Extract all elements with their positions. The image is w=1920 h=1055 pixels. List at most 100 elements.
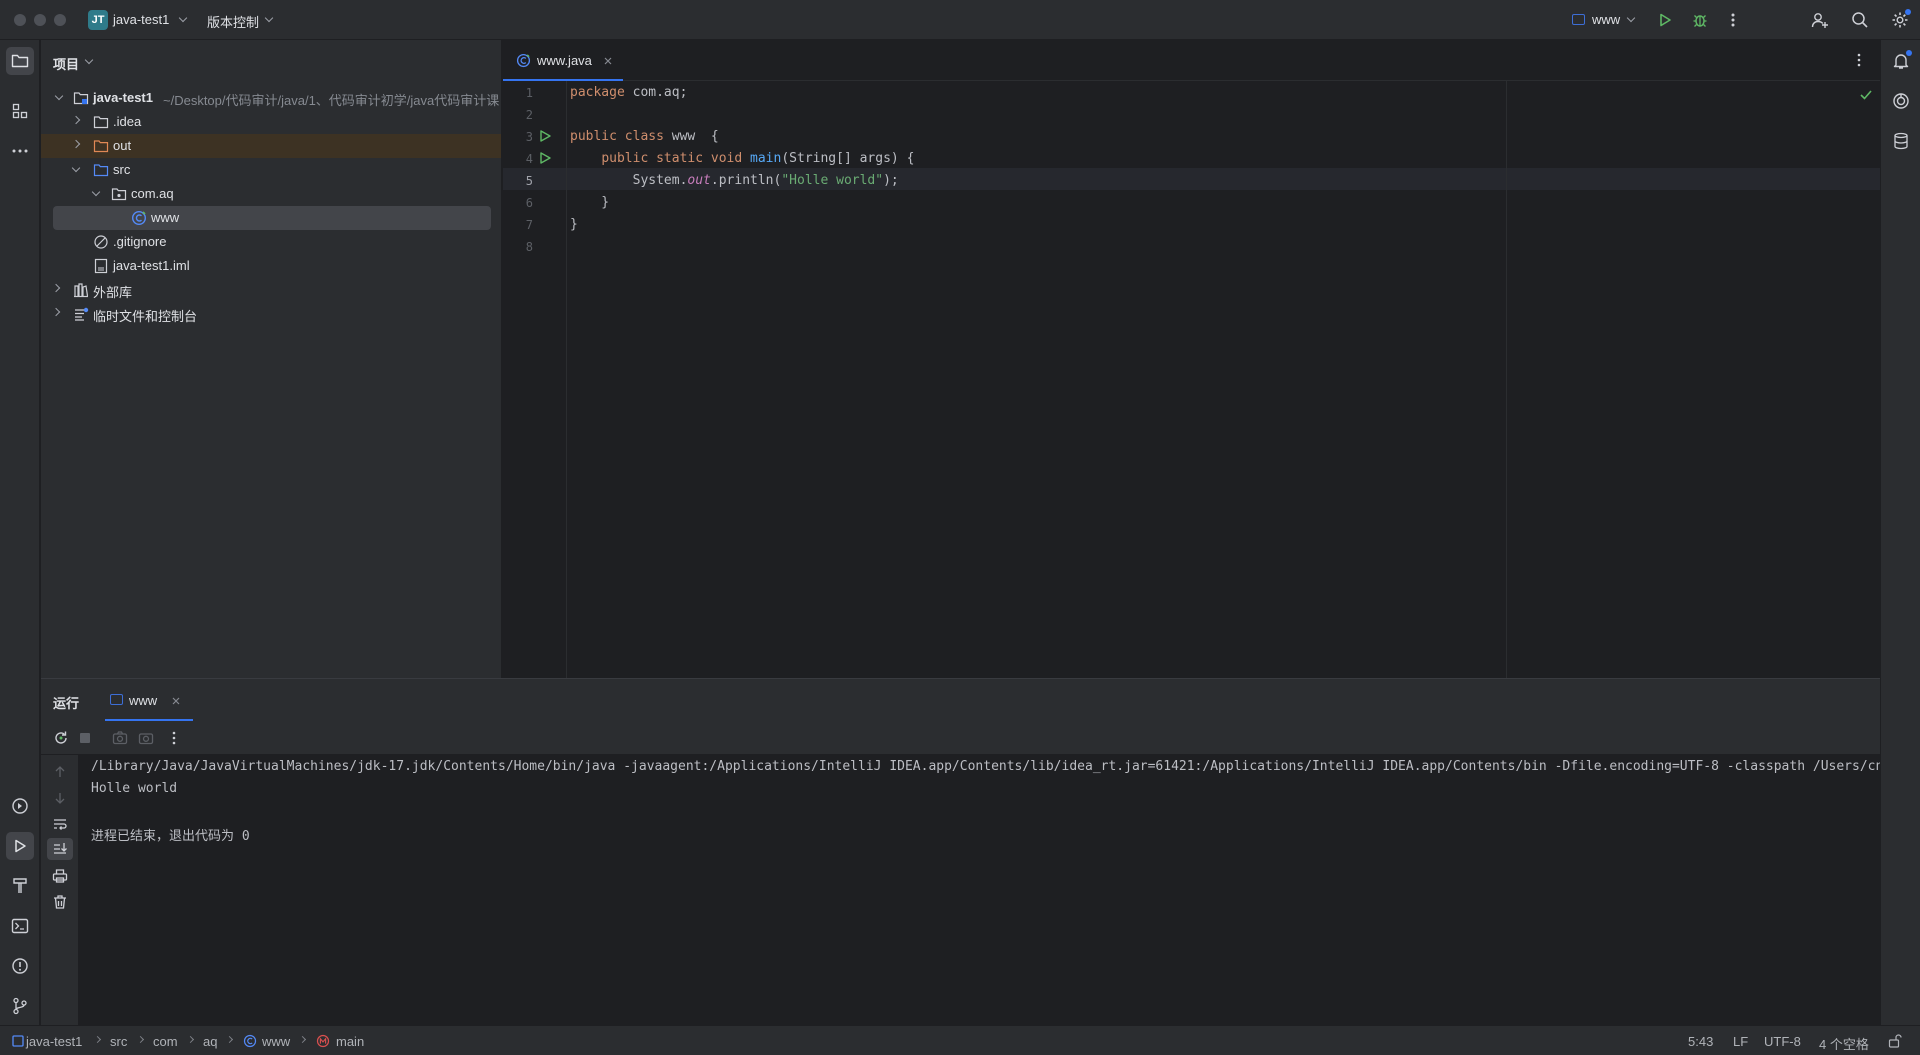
editor-gutter: [503, 81, 567, 678]
more-icon[interactable]: [166, 730, 182, 746]
more-icon[interactable]: [1857, 53, 1861, 67]
scroll-to-end-button[interactable]: [47, 838, 73, 860]
close-icon[interactable]: [172, 697, 180, 705]
more-icon[interactable]: [1721, 8, 1745, 32]
more-tools-icon[interactable]: [6, 137, 34, 165]
breadcrumb-src[interactable]: src: [110, 1034, 127, 1049]
camera-icon[interactable]: [112, 730, 128, 746]
run-icon[interactable]: [1653, 8, 1677, 32]
build-icon[interactable]: [6, 872, 34, 900]
search-icon[interactable]: [1848, 8, 1872, 32]
breadcrumb-project[interactable]: java-test1: [26, 1034, 82, 1049]
debug-icon[interactable]: [1688, 8, 1712, 32]
folder-icon: [93, 116, 109, 129]
git-icon[interactable]: [6, 992, 34, 1020]
code-line-5[interactable]: System.out.println("Holle world");: [570, 170, 899, 192]
tree-row-java-test1[interactable]: java-test1 ~/Desktop/代码审计/java/1、代码审计初学/…: [41, 86, 501, 110]
chevron-down-icon: [1626, 13, 1636, 23]
ai-assistant-icon[interactable]: [1887, 87, 1915, 115]
print-icon[interactable]: [52, 868, 68, 884]
code-line-1[interactable]: package com.aq;: [570, 82, 687, 104]
vcs-selector[interactable]: 版本控制: [207, 12, 259, 31]
expand-chevron-icon[interactable]: [51, 307, 61, 317]
tree-label: www: [151, 210, 180, 225]
code-line-3[interactable]: public class www {: [570, 126, 719, 148]
java-class-icon: [516, 53, 531, 68]
module-icon: [12, 1035, 24, 1047]
console-line-output: Holle world: [91, 781, 178, 796]
project-panel-title[interactable]: 项目: [53, 54, 79, 73]
breadcrumb-main[interactable]: main: [336, 1034, 364, 1049]
tree-label: src: [113, 162, 131, 177]
project-folder-icon[interactable]: [6, 47, 34, 75]
tree-row-src[interactable]: src: [41, 158, 501, 182]
notifications-icon[interactable]: [1887, 47, 1915, 75]
window-minimize-button[interactable]: [34, 14, 46, 26]
expand-chevron-icon[interactable]: [71, 163, 81, 173]
close-icon[interactable]: [604, 57, 612, 65]
problems-icon[interactable]: [6, 952, 34, 980]
run-side-toolbar: [41, 755, 79, 1026]
expand-chevron-icon[interactable]: [51, 283, 61, 293]
lock-open-icon[interactable]: [1888, 1034, 1902, 1048]
expand-chevron-icon[interactable]: [71, 139, 81, 149]
run-toolbar: [41, 721, 1880, 755]
trash-icon[interactable]: [52, 894, 68, 910]
tree-row-idea[interactable]: .idea: [41, 110, 501, 134]
project-selector[interactable]: java-test1: [113, 12, 169, 27]
breadcrumb-com[interactable]: com: [153, 1034, 178, 1049]
database-icon[interactable]: [1887, 127, 1915, 155]
run-config-selector[interactable]: www: [1592, 12, 1620, 27]
tree-row-www[interactable]: www: [53, 206, 491, 230]
soft-wrap-icon[interactable]: [52, 816, 68, 832]
tree-label: 外部库: [93, 285, 133, 300]
project-badge[interactable]: JT: [88, 10, 108, 30]
notification-dot: [1906, 50, 1912, 56]
line-number: 8: [525, 240, 533, 254]
tab-www-java[interactable]: www.java: [503, 40, 623, 81]
tree-label: java-test1: [93, 90, 153, 105]
chevron-right-icon: [298, 1035, 307, 1044]
line-number: 6: [525, 196, 533, 210]
stop-icon[interactable]: [77, 730, 93, 746]
tree-row-com-aq[interactable]: com.aq: [41, 182, 501, 206]
window-zoom-button[interactable]: [54, 14, 66, 26]
line-number: 3: [525, 130, 533, 144]
cursor-position[interactable]: 5:43: [1688, 1034, 1713, 1049]
expand-chevron-icon[interactable]: [91, 187, 101, 197]
run-tab-label: www: [129, 693, 158, 708]
run-gutter-icon[interactable]: [539, 130, 551, 142]
structure-icon[interactable]: [6, 97, 34, 125]
expand-chevron-icon[interactable]: [54, 91, 64, 101]
expand-chevron-icon[interactable]: [71, 115, 81, 125]
breadcrumb-www[interactable]: www: [262, 1034, 290, 1049]
code-line-6[interactable]: }: [570, 192, 609, 214]
tree-row-scratches[interactable]: 临时文件和控制台: [41, 302, 501, 326]
tree-row-gitignore[interactable]: .gitignore: [41, 230, 501, 254]
camera-settings-icon[interactable]: [138, 730, 154, 746]
editor-tab-bar: www.java: [503, 40, 1880, 81]
add-user-icon[interactable]: [1808, 8, 1832, 32]
tree-row-external-libraries[interactable]: 外部库: [41, 278, 501, 302]
run-gutter-icon[interactable]: [539, 152, 551, 164]
tree-path: ~/Desktop/代码审计/java/1、代码审计初学/java代码审计课: [163, 93, 500, 108]
tree-row-out[interactable]: out: [41, 134, 501, 158]
settings-icon[interactable]: [1888, 8, 1912, 32]
services-icon[interactable]: [6, 792, 34, 820]
code-line-7[interactable]: }: [570, 214, 578, 236]
window-close-button[interactable]: [14, 14, 26, 26]
arrow-down-icon[interactable]: [52, 790, 68, 806]
run-tab-www[interactable]: www: [105, 679, 193, 721]
tree-label: .gitignore: [113, 234, 167, 249]
arrow-up-icon[interactable]: [52, 764, 68, 780]
code-line-4[interactable]: public static void main(String[] args) {: [570, 148, 914, 170]
run-icon[interactable]: [6, 832, 34, 860]
rerun-icon[interactable]: [53, 730, 69, 746]
file-encoding[interactable]: UTF-8: [1764, 1034, 1801, 1049]
indent-setting[interactable]: 4 个空格: [1819, 1034, 1869, 1053]
terminal-icon[interactable]: [6, 912, 34, 940]
package-icon: [111, 188, 127, 201]
breadcrumb-aq[interactable]: aq: [203, 1034, 217, 1049]
tree-row-iml[interactable]: java-test1.iml: [41, 254, 501, 278]
line-ending[interactable]: LF: [1733, 1034, 1748, 1049]
